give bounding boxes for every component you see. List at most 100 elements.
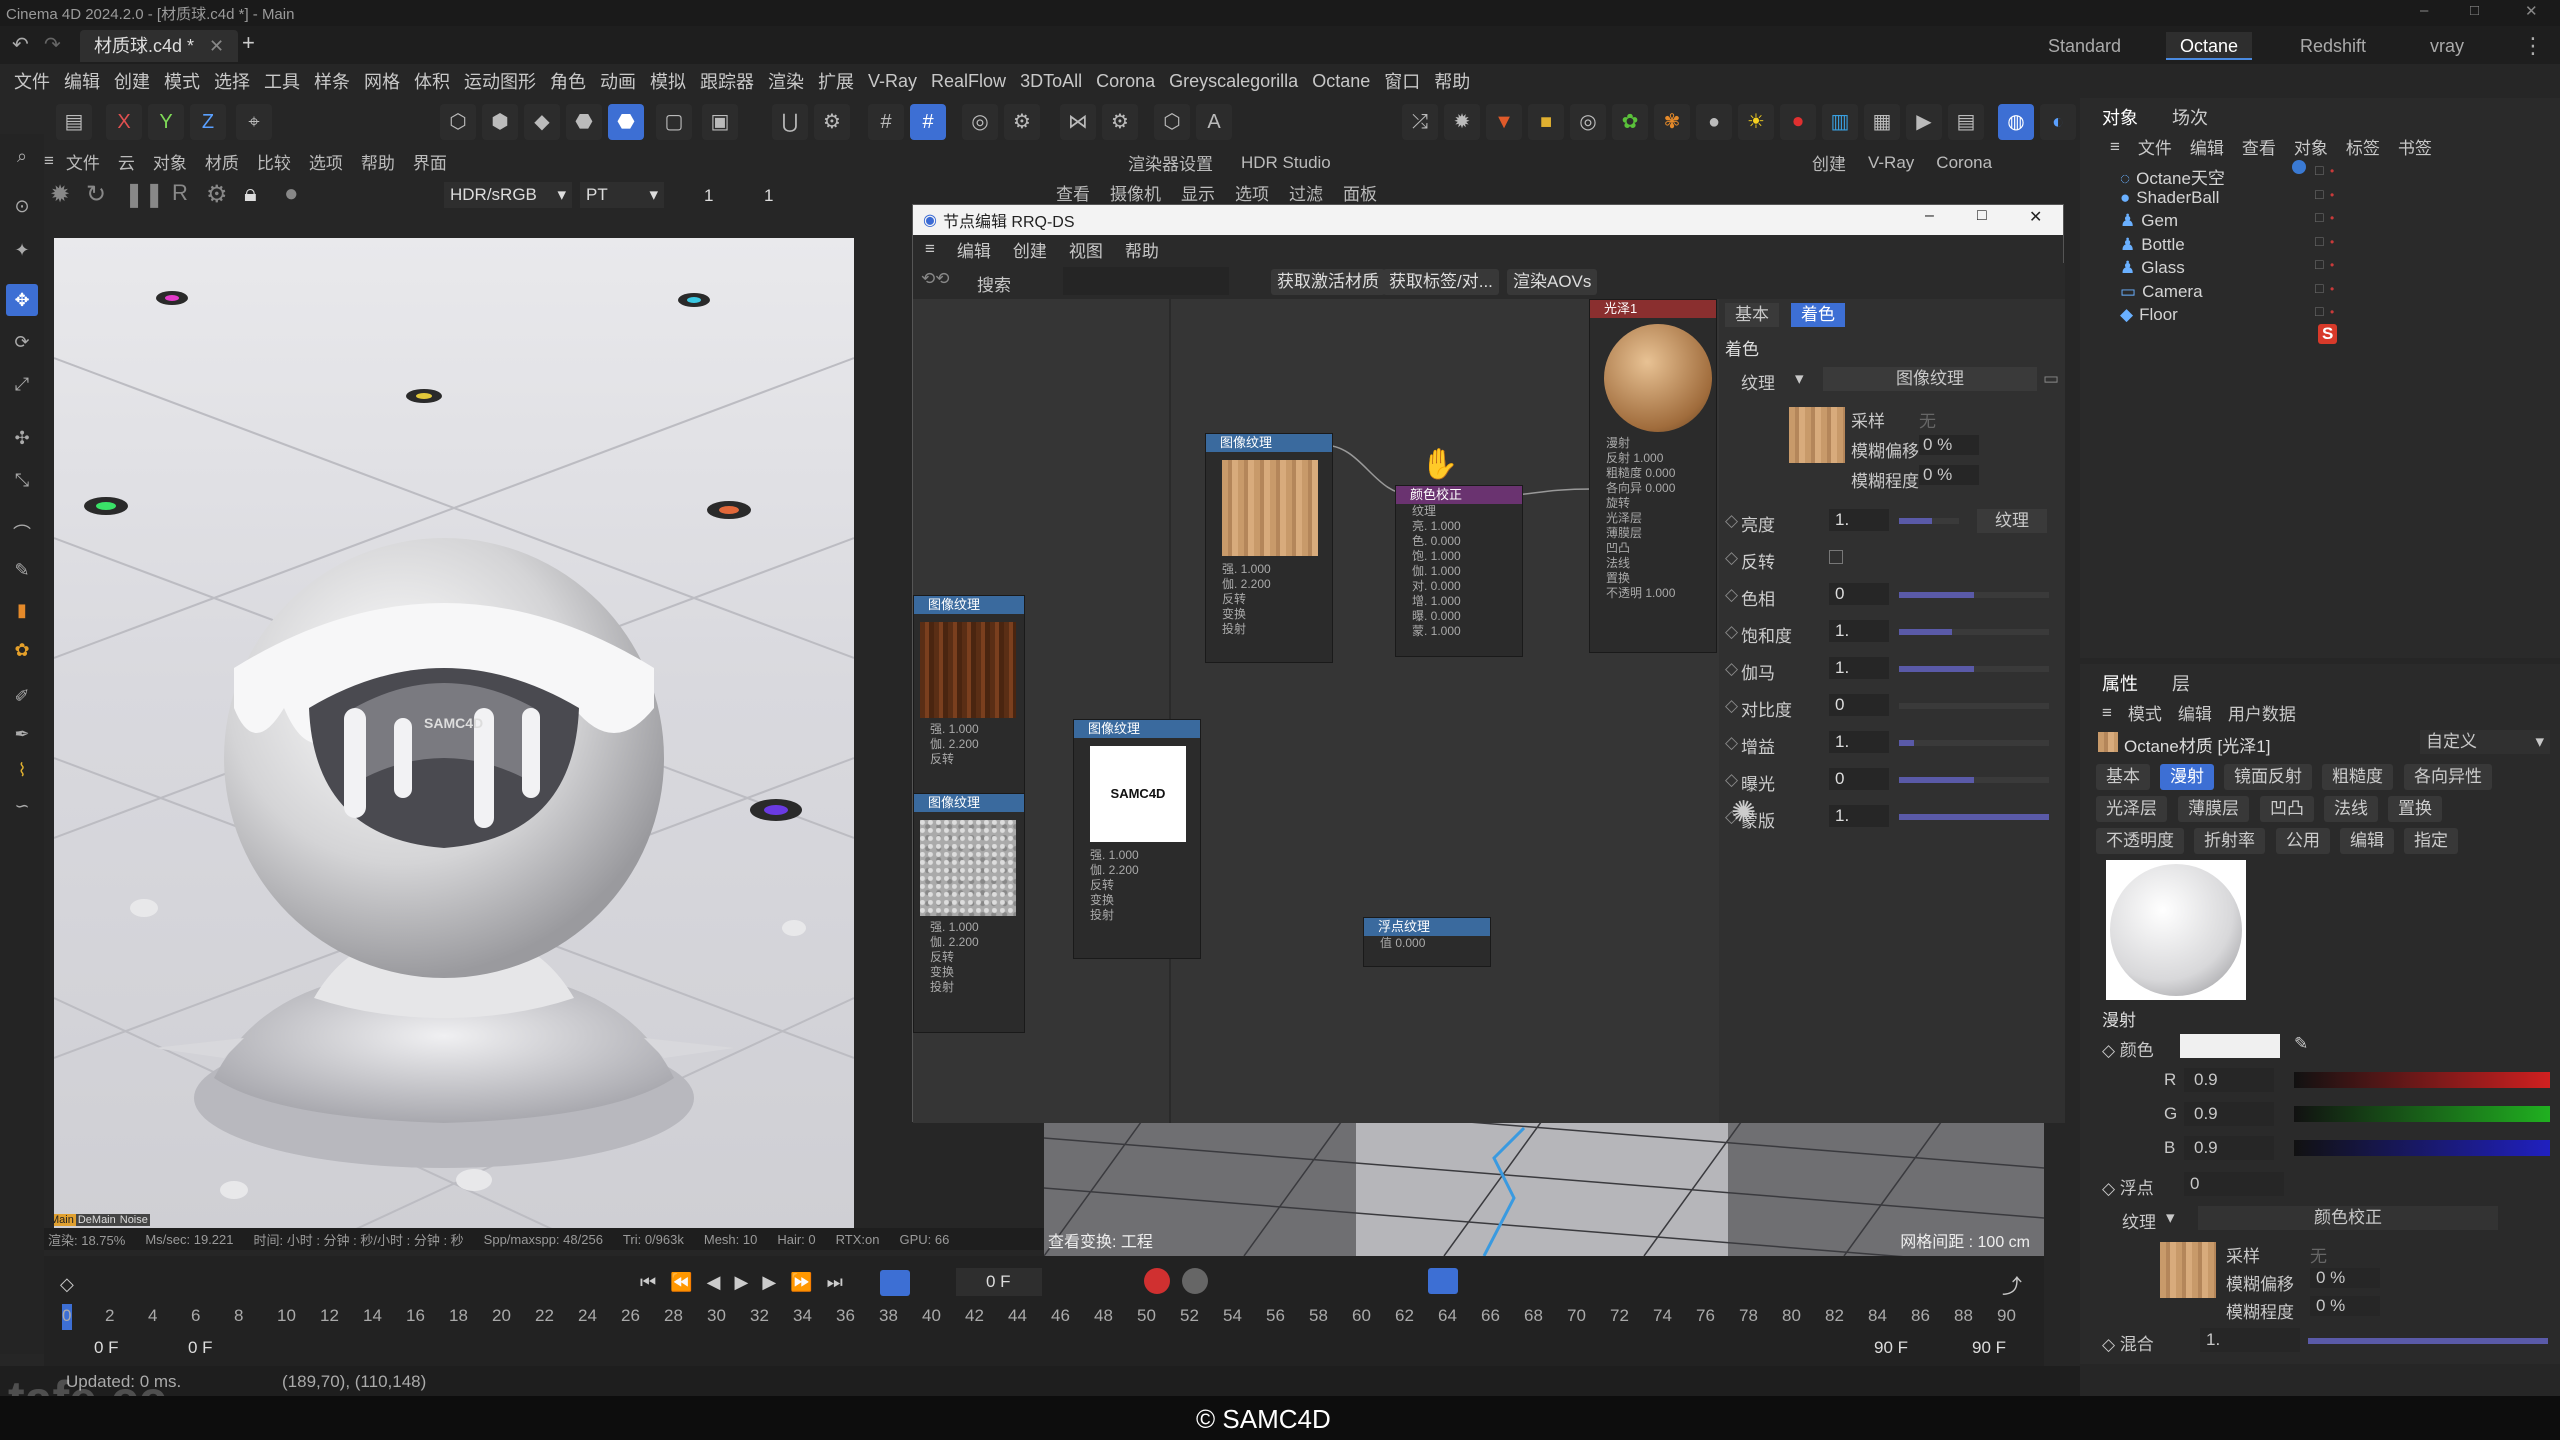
object-row[interactable]: ◆ Floor ☐ • [2120,305,2334,325]
object-menu-item-0[interactable]: 文件 [2138,134,2172,159]
render-dot-icon[interactable]: • [2330,211,2334,225]
prev-key-icon[interactable]: ⏪ [670,1272,692,1293]
param-value[interactable]: 1. [1829,805,1889,827]
tab-objects[interactable]: 对象 [2102,104,2138,130]
node-port-row[interactable]: 伽. 2.200 [914,737,1024,752]
node-canvas[interactable]: 图像纹理 强. 1.000 伽. 2.200 反转 变换 投射 图像纹理 强. 1.00… [913,299,1719,1123]
node-port-row[interactable]: 变换 [914,965,1024,980]
attr-tab-tabs_row3-2[interactable]: 公用 [2276,828,2330,854]
paint-icon[interactable]: ▮ [6,594,38,626]
param-keyframe-icon[interactable]: ◇ [1725,733,1738,753]
menu-item-2[interactable]: 创建 [114,68,150,94]
param-slider[interactable] [1899,703,2049,709]
get-active-material-button[interactable]: 获取激活材质 [1271,269,1385,295]
disc-icon[interactable]: ◎ [1570,104,1606,140]
get-tag-button[interactable]: 获取标签/对... [1383,269,1499,295]
param-value[interactable]: 1. [1829,620,1889,642]
vray-menu[interactable]: V-Ray [1868,153,1914,173]
pass-demain[interactable]: DeMain [75,1214,118,1226]
sampling-value[interactable]: 无 [1919,407,1936,432]
visibility-icon[interactable]: ☐ [2314,211,2325,225]
object-row[interactable]: ♟ Gem ☐ • [2120,211,2334,231]
next-frame-icon[interactable]: ▶ [762,1272,776,1293]
pass-main[interactable]: Main [54,1214,76,1226]
menu-item-9[interactable]: 运动图形 [464,68,536,94]
ime-logo-icon[interactable]: S [2318,324,2338,344]
live-select-icon[interactable]: ✦ [6,234,38,266]
visibility-icon[interactable]: ☐ [2314,258,2325,272]
viewport-menu-item-5[interactable]: 选项 [309,149,343,174]
model-mode-icon[interactable]: ⬣ [566,104,602,140]
param-slider[interactable] [1899,777,2049,783]
spline-pen-icon[interactable]: ∽ [6,790,38,822]
object-row[interactable]: ♟ Glass ☐ • [2120,258,2334,278]
node-menu-item-2[interactable]: 视图 [1069,237,1103,262]
image-texture-node-1[interactable]: 图像纹理 强. 1.000 伽. 2.200 反转 变换 投射 [1205,433,1333,663]
node-port-row[interactable]: 粗糙度 0.000 [1590,466,1716,481]
param-keyframe-icon[interactable]: ◇ [1725,548,1738,568]
attr-tab-tabs_row3-1[interactable]: 折射率 [2194,828,2265,854]
node-port-row[interactable]: 对. 0.000 [1396,579,1522,594]
node-port-row[interactable]: 置换 [1590,571,1716,586]
tree-icon[interactable]: ✿ [1612,104,1648,140]
attr-texture-dropdown-icon[interactable]: ▾ [2166,1208,2175,1228]
node-minimize-icon[interactable]: – [1925,207,1934,225]
param-keyframe-icon[interactable]: ◇ [1725,622,1738,642]
workplane-snap-icon[interactable]: # [910,104,946,140]
visibility-icon[interactable]: ☐ [2314,305,2325,319]
menu-item-20[interactable]: Greyscalegorilla [1169,71,1298,92]
viewport-menu-item-2[interactable]: 对象 [153,149,187,174]
param-keyframe-icon[interactable]: ◇ [1725,511,1738,531]
node-port-row[interactable]: 薄膜层 [1590,526,1716,541]
node-port-row[interactable]: 强. 1.000 [1206,562,1332,577]
restart-icon[interactable]: ↻ [86,180,106,209]
y-axis-toggle[interactable]: Y [148,104,184,140]
render-settings-icon[interactable]: ⚙ [1004,104,1040,140]
param-value[interactable]: 1. [1829,657,1889,679]
visibility-icon[interactable]: ☐ [2314,164,2325,178]
rotate-icon[interactable]: ⟳ [6,326,38,358]
texture-mode-icon[interactable]: ▣ [702,104,738,140]
texture-dropdown-icon[interactable]: ▾ [1795,369,1804,389]
menu-item-5[interactable]: 工具 [264,68,300,94]
attr-tab-tabs_row2-1[interactable]: 薄膜层 [2178,796,2249,822]
image-texture-node-4[interactable]: 图像纹理 强. 1.000 伽. 2.200 反转 变换 投射 [913,793,1025,1033]
menu-item-16[interactable]: V-Ray [868,71,917,92]
attr-tab-tabs_row3-0[interactable]: 不透明度 [2096,828,2184,854]
node-port-row[interactable]: 不透明 1.000 [1590,586,1716,601]
menu-item-14[interactable]: 渲染 [768,68,804,94]
node-port-row[interactable]: 光泽层 [1590,511,1716,526]
view-menu-camera[interactable]: 摄像机 [1110,180,1161,205]
field-one[interactable]: 1 [704,186,713,206]
shuffle-icon[interactable]: ⤮ [1402,104,1438,140]
render-dot-icon[interactable]: • [2330,188,2334,202]
maximize-icon[interactable]: □ [2470,2,2479,19]
go-start-icon[interactable]: ⏮ [640,1272,656,1293]
param-value[interactable]: 0 [1829,694,1889,716]
document-tab[interactable]: 材质球.c4d * ✕ [80,30,239,62]
node-port-row[interactable]: 各向异 0.000 [1590,481,1716,496]
attr-tab-tabs_row3-3[interactable]: 编辑 [2340,828,2394,854]
object-menu-item-2[interactable]: 查看 [2242,134,2276,159]
node-port-row[interactable]: 反转 [1074,878,1200,893]
prev-frame-icon[interactable]: ◀ [707,1272,721,1293]
inspector-tab-shading[interactable]: 着色 [1791,303,1845,327]
mix-value[interactable]: 1. [2200,1328,2300,1352]
tab-layers[interactable]: 层 [2172,670,2190,696]
node-search-input[interactable] [1063,267,1229,295]
menu-item-11[interactable]: 动画 [600,68,636,94]
node-port-row[interactable]: 亮. 1.000 [1396,519,1522,534]
eyedropper-icon[interactable]: ✎ [2294,1034,2308,1054]
transform-icon[interactable]: ✣ [6,422,38,454]
knife-icon[interactable]: ✎ [6,554,38,586]
menu-item-17[interactable]: RealFlow [931,71,1006,92]
node-port-row[interactable]: 强. 1.000 [914,722,1024,737]
node-port-row[interactable]: 伽. 1.000 [1396,564,1522,579]
node-port-row[interactable]: 纹理 [1396,504,1522,519]
render-mode-select[interactable]: PT ▾ [580,182,664,208]
menu-item-15[interactable]: 扩展 [818,68,854,94]
render-dot-icon[interactable]: • [2330,258,2334,272]
node-port-row[interactable]: 投射 [1074,908,1200,923]
glossy-material-node[interactable]: 光泽1 漫射 反射 1.000 粗糙度 0.000 各向异 0.000 旋转 光泽层 薄膜层… [1589,299,1717,653]
spline-icon[interactable]: ⌇ [6,754,38,786]
